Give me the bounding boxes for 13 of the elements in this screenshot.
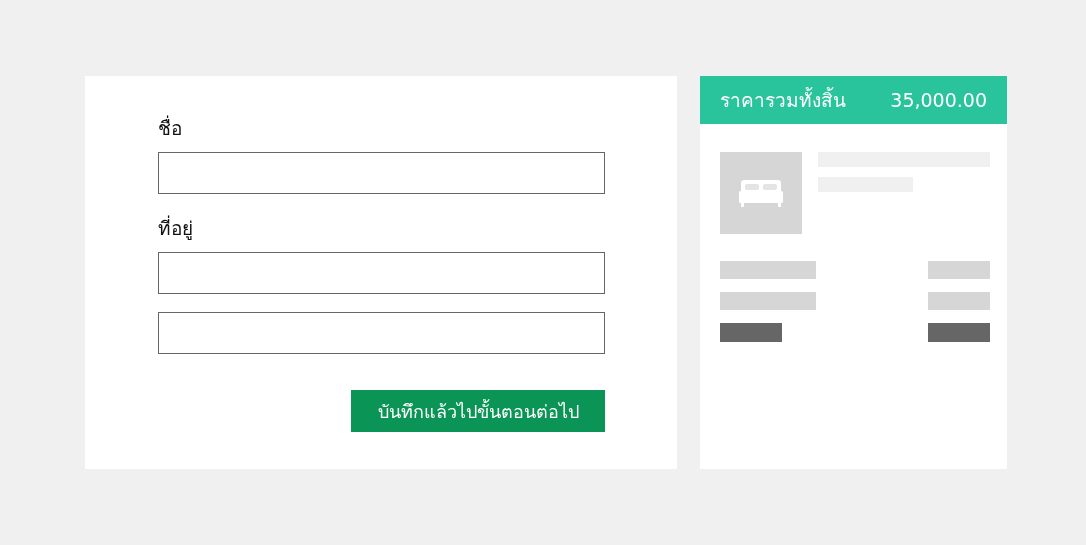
bed-icon xyxy=(738,178,784,208)
input-field[interactable] xyxy=(158,252,605,294)
field-label: ที่อยู่ xyxy=(158,214,194,242)
input-field[interactable] xyxy=(158,312,605,354)
placeholder-bar xyxy=(928,261,990,279)
placeholder-bar xyxy=(928,292,990,310)
submit-button[interactable]: บันทึกแล้วไปขั้นตอนต่อไป xyxy=(351,390,605,432)
input-field[interactable] xyxy=(158,152,605,194)
placeholder-bar xyxy=(928,323,990,342)
field-label: ชื่อ xyxy=(158,114,183,141)
total-label: ราคารวมทั้งสิ้น xyxy=(720,86,846,113)
total-value: 35,000.00 xyxy=(890,89,987,111)
placeholder-bar xyxy=(720,323,782,342)
